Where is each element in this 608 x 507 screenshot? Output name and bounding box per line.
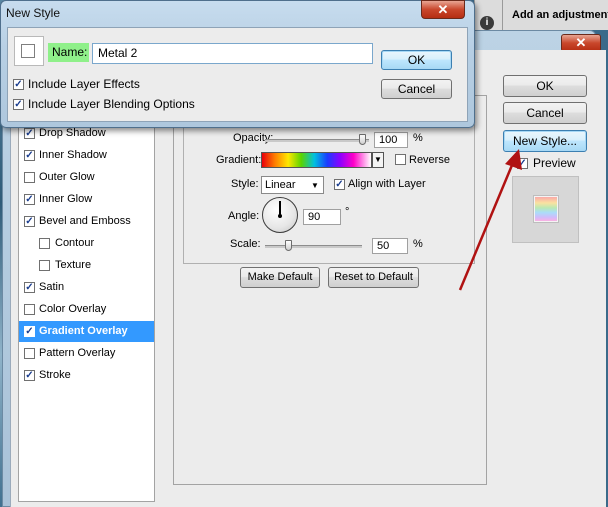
style-item-bevel-emboss[interactable]: ✓ Bevel and Emboss: [19, 211, 154, 232]
style-item-label: Gradient Overlay: [39, 325, 128, 337]
reverse-label: Reverse: [409, 154, 450, 166]
style-item-label: Bevel and Emboss: [39, 215, 131, 227]
opacity-unit: %: [413, 132, 423, 144]
style-item-contour[interactable]: Contour: [19, 233, 154, 254]
checkbox[interactable]: [39, 238, 50, 249]
dialog-title: New Style: [6, 6, 61, 20]
reset-to-default-button[interactable]: Reset to Default: [328, 267, 419, 288]
layer-style-ok-button[interactable]: OK: [503, 75, 587, 97]
style-item-gradient-overlay[interactable]: ✓ Gradient Overlay: [19, 321, 154, 342]
checkbox[interactable]: [24, 172, 35, 183]
preview-checkbox[interactable]: ✓: [517, 158, 528, 169]
styles-list: ✓ Drop Shadow ✓ Inner Shadow Outer Glow ✓ I…: [18, 122, 155, 502]
style-item-outer-glow[interactable]: Outer Glow: [19, 167, 154, 188]
include-layer-effects-option[interactable]: ✓ Include Layer Effects: [13, 77, 213, 93]
chevron-down-icon[interactable]: ▼: [372, 152, 384, 168]
include-blending-label: Include Layer Blending Options: [28, 97, 195, 111]
style-label: Style:: [231, 178, 259, 190]
name-label: Name:: [48, 43, 89, 62]
chevron-down-icon: ▼: [311, 181, 319, 190]
info-icon[interactable]: i: [480, 16, 494, 30]
scale-unit: %: [413, 238, 423, 250]
opacity-input[interactable]: 100: [374, 132, 408, 148]
checkbox[interactable]: ✓: [24, 370, 35, 381]
scale-slider-thumb[interactable]: [285, 240, 292, 251]
scale-slider-track[interactable]: [265, 245, 362, 248]
style-swatch-icon: [21, 44, 35, 58]
preview-label: Preview: [533, 156, 576, 170]
checkbox[interactable]: ✓: [13, 99, 24, 110]
style-item-label: Pattern Overlay: [39, 347, 116, 359]
checkbox[interactable]: [39, 260, 50, 271]
style-item-satin[interactable]: ✓ Satin: [19, 277, 154, 298]
checkbox[interactable]: ✓: [24, 128, 35, 139]
align-label: Align with Layer: [348, 178, 426, 190]
angle-needle: [279, 201, 281, 215]
angle-input[interactable]: 90: [303, 209, 341, 225]
checkbox[interactable]: ✓: [13, 79, 24, 90]
style-item-label: Stroke: [39, 369, 71, 381]
style-item-label: Inner Glow: [39, 193, 93, 205]
checkbox[interactable]: ✓: [24, 216, 35, 227]
style-item-inner-shadow[interactable]: ✓ Inner Shadow: [19, 145, 154, 166]
style-item-label: Color Overlay: [39, 303, 107, 315]
panel-divider: [502, 0, 503, 30]
checkbox[interactable]: ✓: [24, 194, 35, 205]
style-item-label: Texture: [55, 259, 92, 271]
style-item-texture[interactable]: Texture: [19, 255, 154, 276]
include-layer-effects-label: Include Layer Effects: [28, 77, 140, 91]
checkbox[interactable]: [24, 304, 35, 315]
close-icon[interactable]: ✕: [421, 0, 465, 19]
style-item-label: Outer Glow: [39, 171, 95, 183]
layer-style-cancel-button[interactable]: Cancel: [503, 102, 587, 124]
reverse-checkbox[interactable]: [395, 154, 406, 165]
opacity-slider-thumb[interactable]: [359, 134, 366, 145]
style-item-pattern-overlay[interactable]: Pattern Overlay: [19, 343, 154, 364]
style-item-label: Satin: [39, 281, 65, 293]
align-checkbox[interactable]: ✓: [334, 179, 345, 190]
scale-label: Scale:: [230, 238, 261, 250]
style-item-color-overlay[interactable]: Color Overlay: [19, 299, 154, 320]
name-input[interactable]: Metal 2: [92, 43, 373, 64]
new-style-ok-button[interactable]: OK: [381, 50, 452, 70]
style-item-label: Contour: [55, 237, 95, 249]
style-item-label: Inner Shadow: [39, 149, 107, 161]
gradient-picker[interactable]: [261, 152, 372, 168]
make-default-button[interactable]: Make Default: [240, 267, 320, 288]
style-item-inner-glow[interactable]: ✓ Inner Glow: [19, 189, 154, 210]
new-style-button[interactable]: New Style...: [503, 130, 587, 152]
style-item-label: Drop Shadow: [39, 127, 106, 139]
opacity-label: Opacity:: [233, 132, 274, 144]
angle-unit: °: [345, 206, 350, 218]
checkbox[interactable]: ✓: [24, 326, 35, 337]
adjustments-title: Add an adjustment: [512, 9, 608, 21]
checkbox[interactable]: [24, 348, 35, 359]
angle-center-dot: [278, 214, 282, 218]
checkbox[interactable]: ✓: [24, 150, 35, 161]
preview-gradient: [535, 197, 557, 221]
style-item-stroke[interactable]: ✓ Stroke: [19, 365, 154, 386]
new-style-cancel-button[interactable]: Cancel: [381, 79, 452, 99]
angle-label: Angle:: [228, 210, 260, 222]
gradient-label: Gradient:: [216, 154, 262, 166]
scale-input[interactable]: 50: [372, 238, 408, 254]
checkbox[interactable]: ✓: [24, 282, 35, 293]
include-blending-option[interactable]: ✓ Include Layer Blending Options: [13, 97, 273, 113]
opacity-slider-track[interactable]: [265, 139, 369, 142]
